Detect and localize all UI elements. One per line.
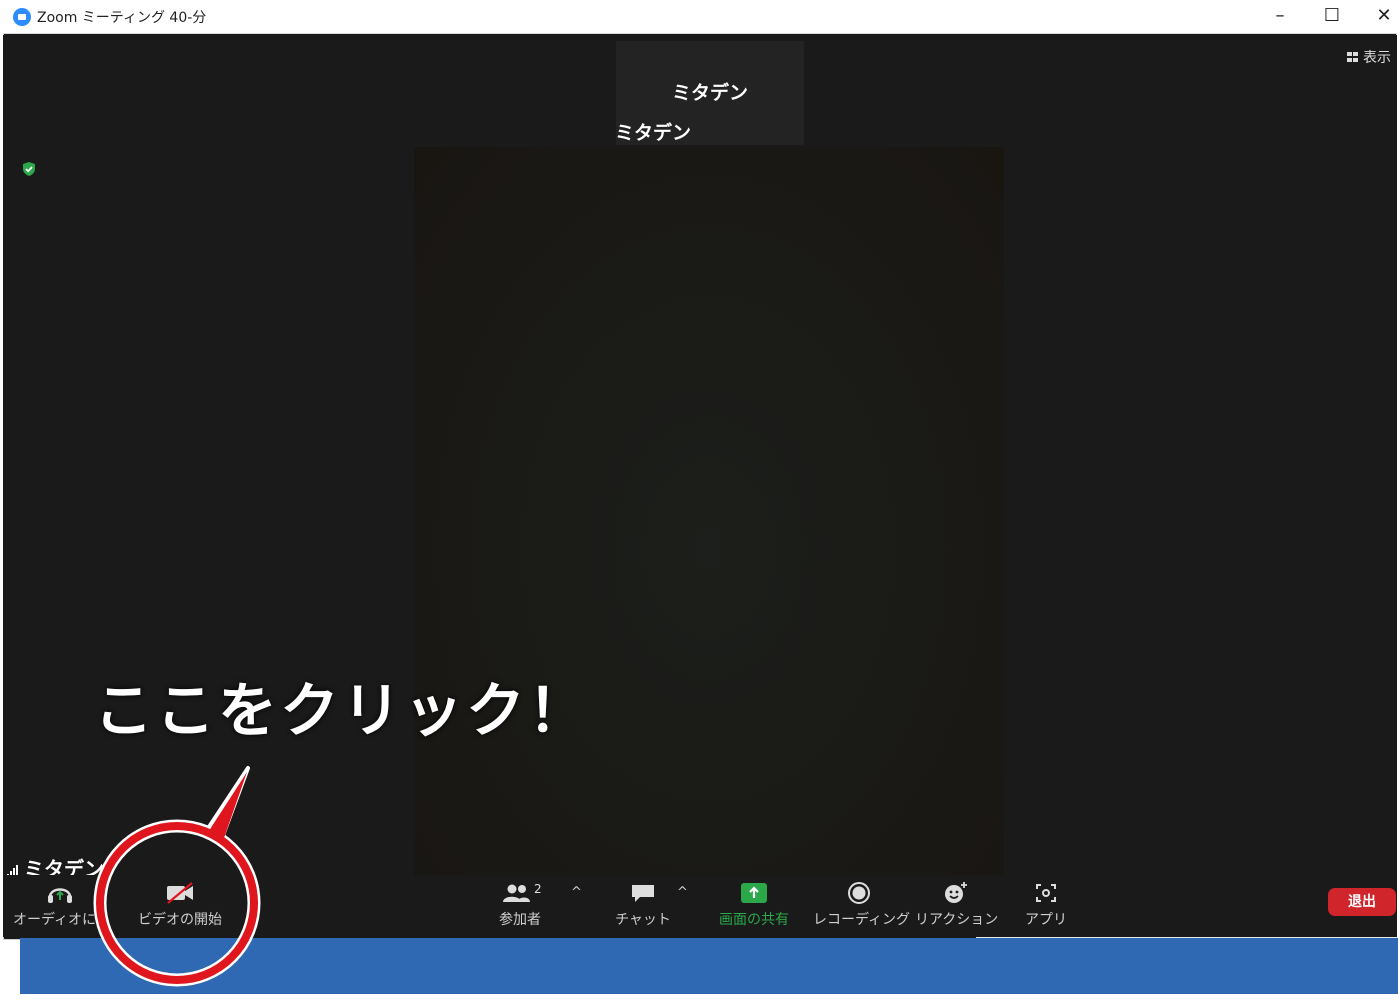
minimize-button[interactable]: – (1268, 5, 1292, 29)
leave-button[interactable]: 退出 (1328, 888, 1396, 916)
record-label: レコーディング (813, 912, 911, 928)
meeting-toolbar: オーディオに接 ビデオの開始 2 参加者 ^ チャット ^ 画面の共有 レコーデ… (3, 875, 1397, 937)
window-title: Zoom ミーティング 40-分 (37, 10, 207, 26)
close-button[interactable]: ✕ (1372, 5, 1396, 29)
view-button[interactable]: 表示 (1347, 47, 1391, 67)
join-audio-label: オーディオに接 (13, 912, 107, 928)
security-shield-icon[interactable] (21, 161, 37, 177)
headphones-icon (48, 888, 72, 903)
participants-button[interactable]: 2 参加者 (487, 881, 553, 929)
record-icon (848, 882, 870, 904)
active-speaker-name: ミタデン (671, 82, 748, 104)
title-bar: Zoom ミーティング 40-分 – ☐ ✕ (3, 0, 1397, 34)
participants-options-chevron-icon[interactable]: ^ (571, 885, 582, 900)
reactions-button[interactable]: リアクション (915, 881, 999, 929)
smiley-plus-icon (945, 882, 967, 903)
apps-button[interactable]: アプリ (1021, 881, 1071, 929)
view-button-label: 表示 (1363, 50, 1391, 66)
share-screen-label: 画面の共有 (719, 912, 789, 928)
video-off-icon (167, 882, 193, 904)
chat-label: チャット (615, 912, 671, 928)
chat-icon (632, 885, 654, 902)
chat-options-chevron-icon[interactable]: ^ (677, 885, 688, 900)
participants-icon: 2 (503, 882, 542, 902)
participants-count: 2 (534, 882, 542, 896)
apps-icon (1036, 884, 1056, 902)
zoom-logo-icon (13, 8, 31, 26)
join-audio-button[interactable]: オーディオに接 (13, 881, 107, 929)
reactions-label: リアクション (915, 912, 999, 928)
active-speaker-label: ミタデン (615, 122, 692, 144)
annotation-text: ここをクリック！ (94, 676, 591, 745)
record-button[interactable]: レコーディング (813, 881, 911, 929)
share-screen-button[interactable]: 画面の共有 (711, 881, 797, 929)
grid-view-icon (1347, 52, 1358, 62)
participants-label: 参加者 (499, 912, 541, 928)
share-screen-icon (741, 883, 767, 903)
start-video-button[interactable]: ビデオの開始 (135, 881, 225, 929)
meeting-area: 表示 ミタデン ミタデン ミタデン オーディオに接 ビデオの開始 2 参加者 ^… (3, 35, 1397, 937)
chat-button[interactable]: チャット (615, 881, 671, 929)
main-video-area (414, 147, 1004, 877)
apps-label: アプリ (1025, 912, 1067, 928)
start-video-label: ビデオの開始 (138, 912, 222, 928)
taskbar-strip (20, 938, 1398, 994)
maximize-button[interactable]: ☐ (1320, 5, 1344, 29)
